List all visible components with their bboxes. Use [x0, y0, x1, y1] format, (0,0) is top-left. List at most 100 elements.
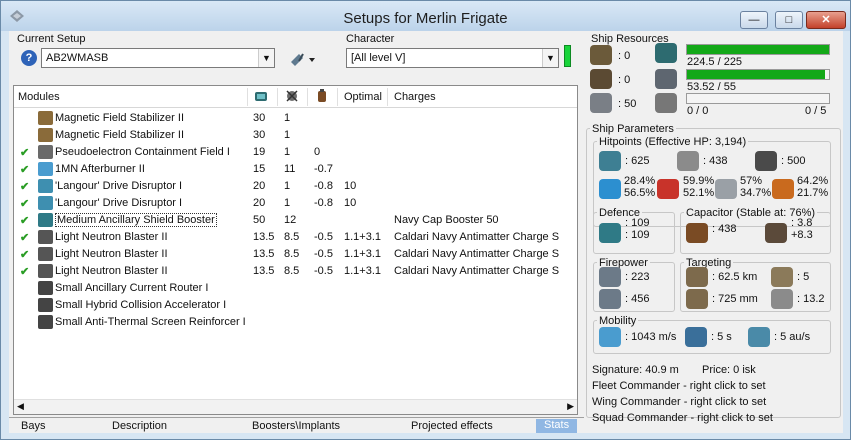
- cpu-text: 224.5 / 225: [687, 56, 743, 68]
- signature-text: Signature: 40.9 m: [592, 364, 679, 376]
- tab-projected-effects[interactable]: Projected effects: [411, 420, 493, 432]
- table-row[interactable]: ✔ Medium Ancillary Shield Booster 50 12 Navy…: [14, 212, 577, 229]
- maximize-button[interactable]: □: [775, 11, 803, 29]
- powergrid-bar: [686, 69, 830, 80]
- checkmark-icon: ✔: [20, 266, 30, 278]
- col-charges[interactable]: Charges: [394, 91, 436, 103]
- explosive-resist-b: 21.7%: [797, 187, 829, 199]
- armor-hp: : 438: [703, 155, 728, 167]
- table-row[interactable]: ✔ 'Langour' Drive Disruptor I 20 1 -0.8 10: [14, 178, 577, 195]
- cell-c1: 30: [253, 129, 266, 141]
- minimize-button[interactable]: —: [740, 11, 768, 29]
- shield-hp: : 625: [625, 155, 650, 167]
- bottom-tabs: Bays Description Boosters\Implants Proje…: [9, 417, 584, 433]
- col-modules[interactable]: Modules: [18, 91, 60, 103]
- launcher-count: : 0: [618, 74, 631, 86]
- title-bar[interactable]: Setups for Merlin Frigate — □ ✕: [1, 1, 850, 31]
- tab-bays[interactable]: Bays: [21, 420, 45, 432]
- kinetic-resist-icon: [715, 179, 737, 199]
- max-speed: : 1043 m/s: [625, 331, 677, 343]
- capacitor-icon: [686, 223, 708, 243]
- targeting-range: : 62.5 km: [712, 271, 758, 283]
- active-drones-text: 0 / 5: [805, 105, 827, 117]
- col-capacitor-icon[interactable]: [314, 88, 330, 107]
- warp-speed-icon: [748, 327, 770, 347]
- capacitor-delta-a: : 3.8: [791, 217, 813, 229]
- col-power-icon[interactable]: [284, 88, 300, 107]
- cell-charges: Caldari Navy Antimatter Charge S: [394, 231, 560, 243]
- cell-optimal: 10: [344, 180, 357, 192]
- table-row[interactable]: ✔ 'Langour' Drive Disruptor I 20 1 -0.8 10: [14, 195, 577, 212]
- module-icon: [38, 196, 53, 210]
- defence-value-a: : 109: [625, 217, 650, 229]
- cell-name: Medium Ancillary Shield Booster: [55, 213, 217, 227]
- cell-charges: Caldari Navy Antimatter Charge S: [394, 265, 560, 277]
- max-targets-icon: [771, 267, 793, 287]
- table-row[interactable]: ✔ 1MN Afterburner II 15 11 -0.7: [14, 161, 577, 178]
- drone-bay-value: : 50: [618, 98, 637, 110]
- tab-stats[interactable]: Stats: [536, 419, 578, 433]
- powergrid-icon: [655, 69, 677, 89]
- scroll-left-icon[interactable]: ◀: [17, 401, 24, 412]
- checkmark-icon: ✔: [20, 181, 30, 193]
- setup-tools-button[interactable]: [289, 50, 319, 68]
- hull-hp: : 500: [781, 155, 806, 167]
- sensor-strength: : 13.2: [797, 293, 825, 305]
- character-select[interactable]: [All level V] ▼: [346, 48, 559, 68]
- table-row[interactable]: ✔ Light Neutron Blaster II 13.5 8.5 -0.5 1.1+…: [14, 263, 577, 280]
- cpu-icon: [655, 43, 677, 63]
- cell-c2: 8.5: [284, 231, 300, 243]
- cell-c2: 1: [284, 129, 291, 141]
- help-icon[interactable]: ?: [21, 50, 37, 66]
- table-row[interactable]: Small Ancillary Current Router I: [14, 280, 577, 297]
- table-row[interactable]: ✔ Pseudoelectron Containment Field I 19 1 0: [14, 144, 577, 161]
- shield-booster-icon: [599, 223, 621, 243]
- price-text: Price: 0 isk: [702, 364, 756, 376]
- drone-bay-icon: [590, 93, 612, 113]
- table-row[interactable]: ✔ Light Neutron Blaster II 13.5 8.5 -0.5 1.1+…: [14, 229, 577, 246]
- cell-c3: 0: [314, 146, 321, 158]
- table-row[interactable]: Small Anti-Thermal Screen Reinforcer I: [14, 314, 577, 331]
- tab-description[interactable]: Description: [112, 420, 167, 432]
- sensor-strength-icon: [771, 289, 793, 309]
- cell-c1: 15: [253, 163, 266, 175]
- hitpoints-label: Hitpoints (Effective HP: 3,194): [597, 136, 749, 148]
- col-optimal[interactable]: Optimal: [344, 91, 382, 103]
- firepower-volley: : 456: [625, 293, 650, 305]
- module-icon: [38, 247, 53, 261]
- ship-parameters-label: Ship Parameters: [590, 123, 676, 135]
- cell-charges: Navy Cap Booster 50: [394, 214, 499, 226]
- cell-c3: -0.5: [314, 248, 333, 260]
- capacitor-delta-b: +8.3: [791, 229, 813, 241]
- cell-c2: 12: [284, 214, 297, 226]
- horizontal-scrollbar[interactable]: ◀ ▶: [14, 399, 577, 414]
- cell-name: Light Neutron Blaster II: [55, 231, 168, 243]
- scroll-right-icon[interactable]: ▶: [567, 401, 574, 412]
- character-status-indicator: [564, 45, 571, 67]
- module-icon: [38, 264, 53, 278]
- cell-c2: 1: [284, 180, 291, 192]
- table-row[interactable]: Magnetic Field Stabilizer II 30 1: [14, 110, 577, 127]
- table-row[interactable]: ✔ Light Neutron Blaster II 13.5 8.5 -0.5 1.1+…: [14, 246, 577, 263]
- chevron-down-icon: ▼: [542, 49, 558, 67]
- squad-commander[interactable]: Squad Commander - right click to set: [592, 412, 773, 424]
- setup-select[interactable]: AB2WMASB ▼: [41, 48, 275, 68]
- module-icon: [38, 230, 53, 244]
- wing-commander[interactable]: Wing Commander - right click to set: [592, 396, 766, 408]
- armor-icon: [677, 151, 699, 171]
- modules-list[interactable]: Modules Optimal Charges Magnetic Field S…: [13, 85, 578, 415]
- cell-c1: 13.5: [253, 231, 275, 243]
- module-icon: [38, 298, 53, 312]
- fleet-commander[interactable]: Fleet Commander - right click to set: [592, 380, 766, 392]
- table-row[interactable]: Magnetic Field Stabilizer II 30 1: [14, 127, 577, 144]
- close-button[interactable]: ✕: [806, 11, 846, 29]
- col-cpu-icon[interactable]: [253, 88, 269, 107]
- mobility-label: Mobility: [597, 315, 639, 327]
- max-targets: : 5: [797, 271, 810, 283]
- setup-value: AB2WMASB: [46, 52, 109, 64]
- explosive-resist-icon: [772, 179, 794, 199]
- tab-boosters-implants[interactable]: Boosters\Implants: [252, 420, 340, 432]
- cell-name: Light Neutron Blaster II: [55, 248, 168, 260]
- table-row[interactable]: Small Hybrid Collision Accelerator I: [14, 297, 577, 314]
- cell-c1: 13.5: [253, 248, 275, 260]
